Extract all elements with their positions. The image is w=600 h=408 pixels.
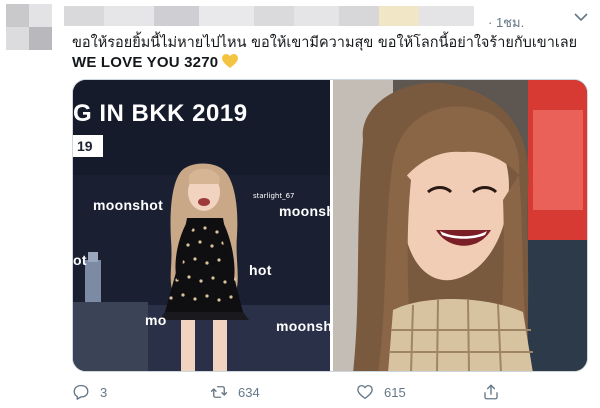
reply-icon [73, 384, 89, 400]
like-button[interactable]: 615 [356, 380, 406, 404]
heart-icon [357, 384, 373, 400]
author-name-blurred[interactable] [64, 6, 484, 26]
tweet-text-thai: ขอให้รอยยิ้มนี้ไม่หายไปไหน ขอให้เขามีควา… [72, 35, 578, 51]
banner-title: G IN BKK 2019 [73, 100, 248, 127]
reply-count: 3 [100, 384, 108, 400]
retweet-button[interactable]: 634 [210, 380, 260, 404]
author-avatar[interactable] [6, 4, 52, 50]
chevron-down-icon[interactable] [574, 12, 588, 22]
sponsor-text: mo [145, 312, 167, 328]
share-icon [484, 384, 498, 400]
sponsor-text: hot [249, 262, 272, 278]
retweet-icon [210, 386, 228, 398]
photo-credit: starlight_67 [253, 192, 295, 200]
banner-date: 19 [73, 135, 103, 157]
sponsor-text: moonsh [276, 318, 330, 334]
like-count: 615 [384, 384, 406, 400]
share-button[interactable] [482, 380, 500, 404]
tweet-card[interactable]: · 1ชม. ขอให้รอยยิ้มนี้ไม่หายไปไหน ขอให้เ… [0, 0, 600, 408]
tweet-text: ขอให้รอยยิ้มนี้ไม่หายไปไหน ขอให้เขามีควา… [72, 34, 582, 72]
photo-stage[interactable]: G IN BKK 2019 19 moonshot moonsh ot hot … [73, 80, 330, 371]
tweet-actions: 3 634 615 [72, 380, 522, 404]
portrait-photo-illustration [333, 80, 587, 371]
reply-button[interactable]: 3 [72, 380, 107, 404]
tweet-text-english: WE LOVE YOU 3270 [72, 53, 582, 72]
tweet-timestamp[interactable]: · 1ชม. [488, 12, 524, 33]
sponsor-text: ot [73, 252, 87, 268]
sponsor-text: moonsh [279, 203, 330, 219]
photo-portrait[interactable] [333, 80, 587, 371]
retweet-count: 634 [238, 384, 260, 400]
tweet-media-grid[interactable]: G IN BKK 2019 19 moonshot moonsh ot hot … [72, 79, 588, 372]
yellow-heart-icon [222, 54, 239, 68]
sponsor-text: moonshot [93, 197, 164, 213]
